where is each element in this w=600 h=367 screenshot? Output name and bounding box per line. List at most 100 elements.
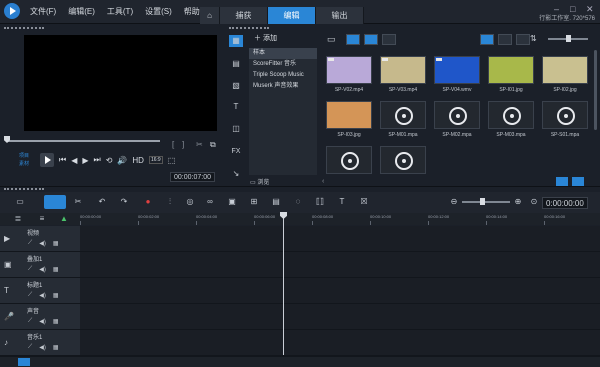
aspect-select[interactable]: 16:9: [148, 156, 163, 164]
track-lane[interactable]: [80, 304, 600, 330]
enlarge-icon[interactable]: ⧉: [210, 140, 216, 150]
prev-frame-icon[interactable]: ◀: [71, 156, 77, 165]
zoom-slider[interactable]: [462, 201, 510, 203]
record-icon[interactable]: ●: [142, 197, 154, 207]
graphic-icon[interactable]: ◫: [229, 123, 243, 135]
track-lane[interactable]: [80, 330, 600, 356]
speed-icon[interactable]: ◌: [292, 197, 304, 207]
media-icon[interactable]: ▦: [229, 35, 243, 47]
path-icon[interactable]: ↘: [229, 168, 243, 180]
list-item[interactable]: Muserk 声音效果: [249, 81, 317, 92]
scrub-bar[interactable]: [6, 140, 160, 142]
scroll-left-icon[interactable]: ‹: [322, 178, 324, 185]
menu-edit[interactable]: 编辑(E): [68, 6, 95, 17]
timeline-view-icon[interactable]: [44, 195, 66, 209]
tab-edit[interactable]: 编辑: [268, 7, 316, 24]
play-button[interactable]: [40, 153, 54, 167]
menu-tools[interactable]: 工具(T): [107, 6, 133, 17]
timeline-timecode[interactable]: 0:00:00:00: [542, 197, 588, 209]
sort-icon[interactable]: ⇅: [530, 34, 537, 43]
track-manager-icon[interactable]: ≣: [12, 214, 24, 224]
hd-toggle[interactable]: HD: [132, 156, 144, 165]
panel-toggle-icon[interactable]: [572, 177, 584, 186]
track-header[interactable]: 🎤 声音 ⟋ ◀) ▦: [0, 304, 80, 330]
detail-view-icon[interactable]: [516, 34, 530, 45]
grid-icon[interactable]: ▦: [53, 344, 59, 351]
media-thumbnail[interactable]: SP-M03.mpa: [488, 101, 534, 138]
link-track-icon[interactable]: ⟋: [28, 292, 32, 299]
playhead[interactable]: [283, 213, 284, 355]
repeat-icon[interactable]: ⟲: [106, 156, 113, 165]
title-icon[interactable]: T: [229, 101, 243, 113]
multicam-icon[interactable]: ⟦⟧: [314, 197, 326, 207]
split-handle[interactable]: [0, 186, 600, 190]
project-mode[interactable]: 项目: [19, 152, 29, 160]
panel-grip[interactable]: [4, 27, 44, 29]
menu-file[interactable]: 文件(F): [30, 6, 56, 17]
track-lane[interactable]: [80, 252, 600, 278]
media-thumbnail[interactable]: SP-I02.jpg: [542, 56, 588, 93]
grid-icon[interactable]: ▦: [53, 318, 59, 325]
library-scrollbar[interactable]: [594, 50, 597, 130]
snapshot-icon[interactable]: ⬚: [168, 156, 176, 165]
track-lane[interactable]: [80, 226, 600, 252]
home-icon[interactable]: ⏮: [59, 155, 66, 165]
storyboard-icon[interactable]: ▭: [14, 197, 26, 207]
add-button[interactable]: ＋ 添加: [254, 33, 277, 43]
media-thumbnail[interactable]: SP-V04.wmv: [434, 56, 480, 93]
timeline-grip[interactable]: [4, 188, 44, 190]
link-track-icon[interactable]: ⟋: [28, 266, 32, 273]
mute-icon[interactable]: ◀): [39, 240, 46, 247]
motion-icon[interactable]: ◎: [184, 197, 196, 207]
subtitle-icon[interactable]: ▤: [270, 197, 282, 207]
menu-settings[interactable]: 设置(S): [145, 6, 172, 17]
grid-view-icon[interactable]: [498, 34, 512, 45]
mute-icon[interactable]: ◀): [39, 292, 46, 299]
library-grip[interactable]: [229, 27, 269, 29]
marker-icon[interactable]: ▲: [58, 214, 70, 224]
link-track-icon[interactable]: ⟋: [28, 240, 32, 247]
link-track-icon[interactable]: ⟋: [28, 318, 32, 325]
redo-icon[interactable]: ↷: [118, 197, 130, 207]
next-frame-icon[interactable]: ▶: [82, 156, 88, 165]
chapter-icon[interactable]: ≡: [36, 214, 48, 224]
media-thumbnail[interactable]: SP-V02.mp4: [326, 56, 372, 93]
time-ruler[interactable]: 00:00:00:00 00:00:02:00 00:00:04:00 00:00:0…: [80, 213, 600, 225]
media-thumbnail[interactable]: SP-I03.jpg: [326, 101, 372, 138]
link-track-icon[interactable]: ⟋: [28, 344, 32, 351]
tab-output[interactable]: 输出: [316, 7, 364, 24]
transition-icon[interactable]: ▧: [229, 80, 243, 92]
title-tool-icon[interactable]: T: [336, 197, 348, 207]
tools-icon[interactable]: ✂: [72, 197, 84, 207]
mark-in-icon[interactable]: [: [172, 140, 174, 149]
list-item[interactable]: Triple Scoop Music: [249, 70, 317, 81]
grid-icon[interactable]: ▦: [53, 240, 59, 247]
mark-out-icon[interactable]: ]: [182, 140, 184, 149]
media-thumbnail[interactable]: SP-I01.jpg: [488, 56, 534, 93]
track-header[interactable]: ▣ 叠加1 ⟋ ◀) ▦: [0, 252, 80, 278]
media-thumbnail[interactable]: [380, 146, 426, 177]
mask-icon[interactable]: ☒: [358, 197, 370, 207]
options-icon[interactable]: [556, 177, 568, 186]
list-view-icon[interactable]: [480, 34, 494, 45]
mute-icon[interactable]: ◀): [39, 318, 46, 325]
player-timecode[interactable]: 00:00:07:00: [170, 172, 215, 182]
zoom-out-icon[interactable]: ⊖: [448, 197, 460, 207]
track-header[interactable]: ♪ 音乐1 ⟋ ◀) ▦: [0, 330, 80, 356]
audio-mixer-icon[interactable]: ⫶: [164, 197, 176, 207]
zoom-handle[interactable]: [480, 198, 485, 205]
mute-icon[interactable]: ◀): [39, 266, 46, 273]
track-header[interactable]: ▶ 视频 ⟋ ◀) ▦: [0, 226, 80, 252]
media-thumbnail[interactable]: SP-V03.mp4: [380, 56, 426, 93]
fit-icon[interactable]: ⊙: [528, 197, 540, 207]
fx-icon[interactable]: FX: [229, 146, 243, 158]
media-thumbnail[interactable]: SP-M02.mpa: [434, 101, 480, 138]
home-tab-icon[interactable]: ⌂: [200, 7, 220, 24]
pip-icon[interactable]: ▣: [226, 197, 238, 207]
folder-open-icon[interactable]: ▭: [327, 34, 336, 45]
track-header[interactable]: T 标题1 ⟋ ◀) ▦: [0, 278, 80, 304]
volume-icon[interactable]: 🔊: [117, 156, 127, 165]
media-thumbnail[interactable]: SP-M01.mpa: [380, 101, 426, 138]
thumb-size-handle[interactable]: [566, 35, 571, 42]
instant-project-icon[interactable]: ▤: [229, 58, 243, 70]
